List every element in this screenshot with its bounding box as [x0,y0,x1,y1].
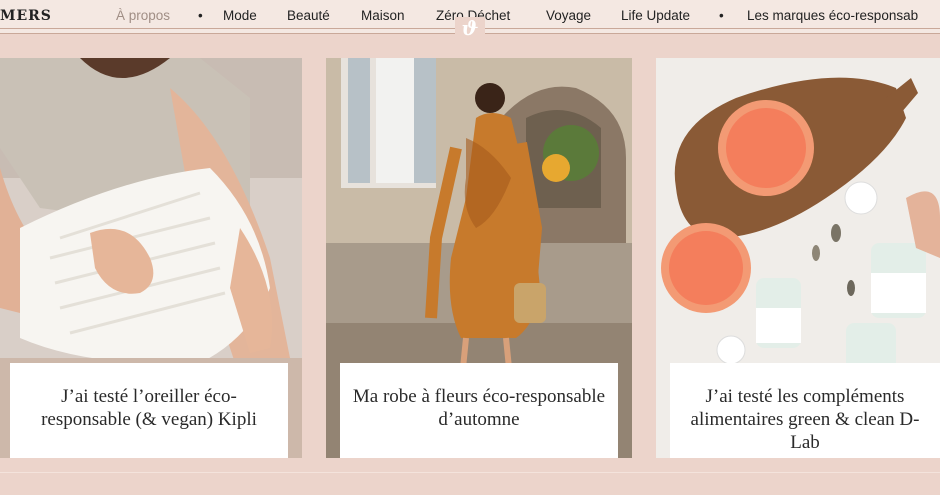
article-card[interactable]: J’ai testé les compléments alimentaires … [656,58,940,458]
footer-divider [0,472,940,473]
card-caption: J’ai testé l’oreiller éco-responsable (&… [10,363,288,458]
nav-item-marques-eco-responsables[interactable]: Les marques éco-responsab [747,8,918,23]
nav-item-maison[interactable]: Maison [361,8,405,23]
card-title[interactable]: J’ai testé les compléments alimentaires … [670,363,940,454]
card-caption: Ma robe à fleurs éco-responsable d’autom… [340,363,618,458]
nav-item-voyage[interactable]: Voyage [546,8,591,23]
nav-separator: • [198,8,203,23]
nav-item-life-update[interactable]: Life Update [621,8,690,23]
card-caption: J’ai testé les compléments alimentaires … [670,363,940,458]
article-card[interactable]: J’ai testé l’oreiller éco-responsable (&… [0,58,302,458]
nav-item-mode[interactable]: Mode [223,8,257,23]
nav-item-beaute[interactable]: Beauté [287,8,330,23]
article-card[interactable]: Ma robe à fleurs éco-responsable d’autom… [326,58,632,458]
card-title[interactable]: J’ai testé l’oreiller éco-responsable (&… [10,363,288,431]
nav-separator: • [719,8,724,23]
monogram-icon: ϑ [455,17,485,41]
footer-band [0,466,940,495]
site-logo[interactable]: MERS [0,8,52,24]
nav-item-a-propos[interactable]: À propos [116,8,170,23]
card-title[interactable]: Ma robe à fleurs éco-responsable d’autom… [340,363,618,431]
